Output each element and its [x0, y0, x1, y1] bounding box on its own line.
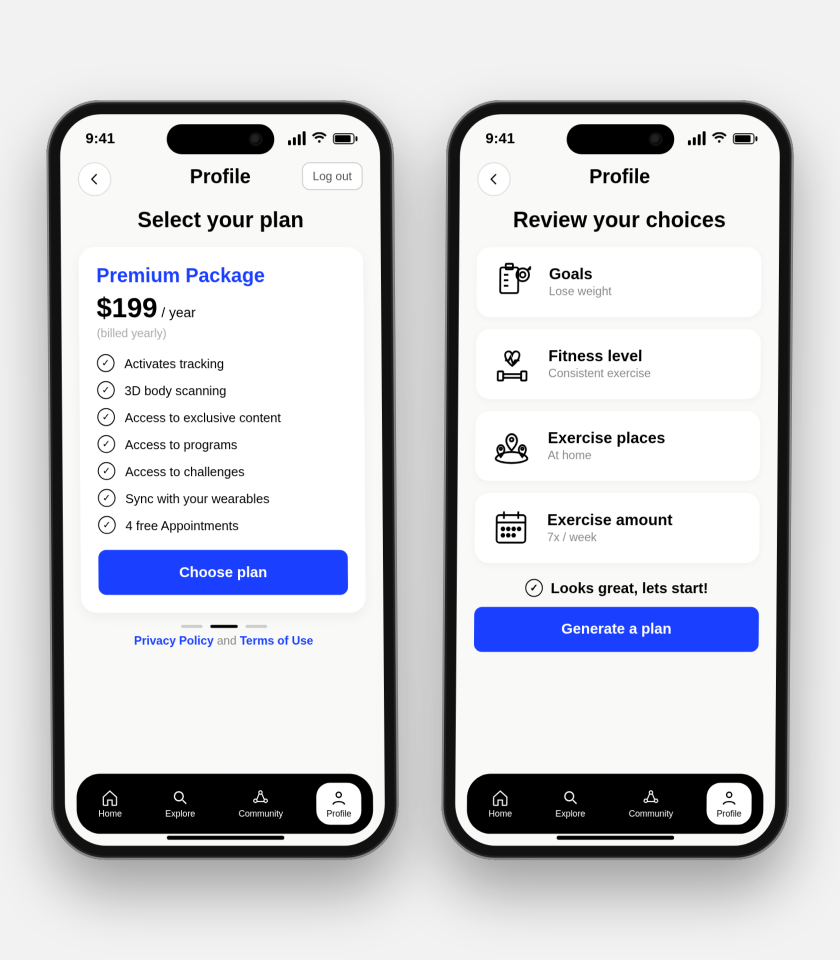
review-item-title: Fitness level [548, 348, 651, 366]
community-icon [252, 789, 270, 807]
search-icon [562, 789, 580, 807]
section-title: Review your choices [477, 207, 762, 233]
confirm-row: ✓ Looks great, lets start! [474, 579, 759, 597]
home-icon [492, 789, 510, 807]
fitness-icon [490, 341, 535, 387]
arrow-left-icon [88, 172, 102, 186]
review-item-subtitle: Lose weight [549, 284, 612, 298]
plan-feature: ✓Access to exclusive content [97, 408, 347, 426]
check-icon: ✓ [97, 354, 115, 372]
plan-billing-note: (billed yearly) [97, 326, 347, 340]
privacy-policy-link[interactable]: Privacy Policy [134, 634, 214, 648]
nav-tab-home[interactable]: Home [479, 783, 522, 825]
battery-icon [733, 133, 755, 144]
plan-feature: ✓Activates tracking [97, 354, 347, 372]
plan-feature-list: ✓Activates tracking ✓3D body scanning ✓A… [97, 354, 348, 534]
nav-tab-explore[interactable]: Explore [546, 783, 596, 825]
check-icon: ✓ [97, 435, 115, 453]
review-item-subtitle: 7x / week [547, 530, 672, 544]
page-dot[interactable] [181, 625, 203, 628]
wifi-icon [711, 132, 727, 144]
review-item-title: Exercise places [548, 430, 666, 448]
review-item-subtitle: Consistent exercise [548, 366, 651, 380]
plan-feature: ✓Access to programs [97, 435, 347, 453]
plan-period: / year [161, 304, 195, 320]
plan-feature: ✓Sync with your wearables [98, 489, 348, 507]
nav-tab-community[interactable]: Community [229, 783, 293, 825]
page-header: Profile [460, 162, 780, 201]
nav-tab-explore[interactable]: Explore [155, 783, 205, 825]
page-indicator [81, 625, 366, 628]
plan-feature: ✓Access to challenges [98, 462, 348, 480]
page-title: Profile [589, 166, 650, 189]
nav-tab-profile[interactable]: Profile [707, 783, 752, 825]
plan-price-row: $199 / year [96, 292, 346, 324]
review-item-goals[interactable]: Goals Lose weight [476, 247, 761, 317]
review-item-subtitle: At home [548, 448, 666, 462]
page-title: Profile [190, 166, 251, 189]
status-time: 9:41 [485, 130, 514, 147]
profile-icon [720, 789, 738, 807]
page-dot-active[interactable] [210, 625, 237, 628]
choose-plan-button[interactable]: Choose plan [98, 550, 348, 595]
back-button[interactable] [78, 162, 112, 196]
device-notch [166, 124, 274, 154]
section-title: Select your plan [78, 207, 363, 233]
status-time: 9:41 [85, 130, 114, 147]
home-icon [101, 789, 119, 807]
review-item-exercise-amount[interactable]: Exercise amount 7x / week [475, 493, 760, 563]
device-notch [566, 124, 674, 154]
nav-tab-home[interactable]: Home [88, 783, 131, 825]
nav-tab-community[interactable]: Community [619, 783, 683, 825]
check-icon: ✓ [525, 579, 543, 597]
profile-icon [330, 789, 348, 807]
phone-mockup-review: 9:41 Profile Review your choices [441, 100, 794, 860]
generate-plan-button[interactable]: Generate a plan [474, 607, 759, 652]
check-icon: ✓ [98, 516, 116, 534]
plan-feature: ✓4 free Appointments [98, 516, 348, 534]
check-icon: ✓ [98, 462, 116, 480]
page-dot[interactable] [245, 625, 267, 628]
phone-mockup-plan: 9:41 Profile Log out Select your plan [46, 100, 399, 860]
legal-links: Privacy Policy and Terms of Use [81, 634, 366, 648]
confirm-label: Looks great, lets start! [551, 579, 708, 596]
plan-card: Premium Package $199 / year (billed year… [78, 247, 365, 613]
bottom-nav: Home Explore Community Profile [76, 774, 373, 834]
plan-price: $199 [96, 292, 157, 324]
cellular-icon [288, 131, 306, 145]
plan-feature: ✓3D body scanning [97, 381, 347, 399]
page-header: Profile Log out [60, 162, 380, 201]
review-item-exercise-places[interactable]: Exercise places At home [475, 411, 760, 481]
review-item-title: Exercise amount [547, 512, 672, 530]
plan-name: Premium Package [96, 265, 346, 288]
check-icon: ✓ [97, 381, 115, 399]
check-icon: ✓ [98, 489, 116, 507]
wifi-icon [311, 132, 327, 144]
review-item-fitness-level[interactable]: Fitness level Consistent exercise [476, 329, 761, 399]
search-icon [171, 789, 189, 807]
nav-tab-profile[interactable]: Profile [316, 783, 361, 825]
calendar-icon [488, 505, 533, 551]
battery-icon [333, 133, 355, 144]
cellular-icon [688, 131, 706, 145]
terms-of-use-link[interactable]: Terms of Use [240, 634, 314, 648]
bottom-nav: Home Explore Community Profile [467, 774, 764, 834]
location-icon [489, 423, 534, 469]
review-item-title: Goals [549, 266, 612, 284]
arrow-left-icon [487, 172, 501, 186]
goals-icon [490, 259, 535, 305]
community-icon [642, 789, 660, 807]
check-icon: ✓ [97, 408, 115, 426]
